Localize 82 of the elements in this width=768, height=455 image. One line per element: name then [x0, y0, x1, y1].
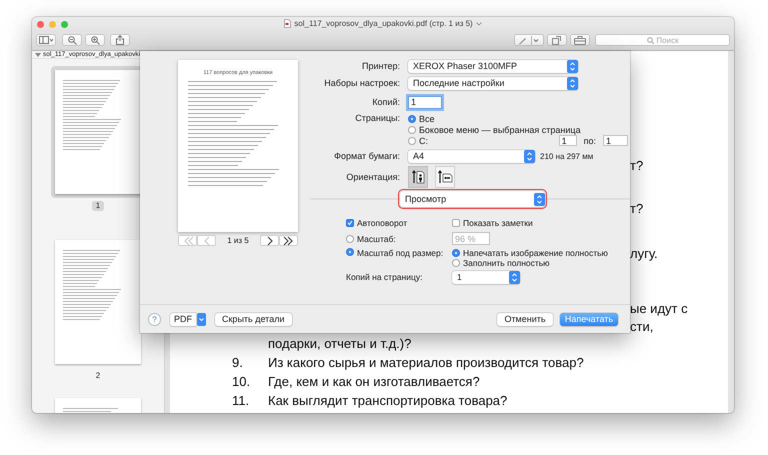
- field-label: Формат бумаги:: [333, 151, 400, 161]
- option-label: Показать заметки: [463, 218, 533, 228]
- field-label: по:: [584, 136, 596, 146]
- hide-details-button[interactable]: Скрыть детали: [215, 312, 292, 326]
- disclosure-triangle-icon[interactable]: [35, 52, 41, 58]
- field-label: Копий:: [371, 97, 400, 107]
- to-page-field[interactable]: 1: [603, 135, 628, 146]
- share-button[interactable]: [110, 34, 130, 46]
- zoom-in-button[interactable]: [85, 34, 105, 46]
- sidebar-toggle-button[interactable]: [36, 34, 56, 46]
- checkbox[interactable]: [452, 219, 460, 227]
- document-text: т?: [630, 200, 644, 218]
- list-number: 11.: [232, 392, 250, 410]
- search-field[interactable]: Поиск: [595, 34, 730, 46]
- radio-button[interactable]: [408, 136, 416, 144]
- option-label: Масштаб под размер:: [357, 248, 444, 258]
- search-icon: [647, 36, 654, 44]
- field-label: Принтер:: [360, 61, 400, 71]
- last-page-button[interactable]: [279, 235, 298, 246]
- checkbox[interactable]: [346, 219, 354, 227]
- window-title: sol_117_voprosov_dlya_upakovki.pdf (стр. 1 из 5): [294, 19, 473, 28]
- toolbox-button[interactable]: [570, 34, 590, 46]
- stepper-icon: [509, 270, 520, 284]
- zoom-button[interactable]: [61, 21, 68, 28]
- page-number: 2: [94, 371, 102, 381]
- list-number: 10.: [232, 373, 252, 391]
- option-label: Заполнить полностью: [463, 258, 550, 268]
- field-label: Копий на страницу:: [346, 272, 422, 282]
- radio-button[interactable]: [408, 126, 416, 134]
- portrait-orientation-button[interactable]: [408, 166, 428, 188]
- markup-button[interactable]: [514, 34, 544, 46]
- stepper-icon: [567, 76, 578, 90]
- radio-button[interactable]: [408, 114, 416, 122]
- paper-size-dropdown[interactable]: A4: [408, 150, 535, 162]
- copies-field[interactable]: 1: [408, 96, 442, 108]
- field-label: Страницы:: [354, 113, 400, 124]
- document-text: т?: [630, 157, 644, 175]
- pdf-button[interactable]: PDF: [170, 312, 196, 326]
- zoom-out-button[interactable]: [62, 34, 82, 46]
- list-number: 9.: [232, 354, 244, 372]
- document-text: Из какого сырья и материалов производится товар?: [268, 354, 584, 372]
- caret-icon[interactable]: [476, 22, 482, 26]
- zoom-in-icon: [90, 36, 100, 44]
- field-label: Ориентация:: [345, 172, 400, 182]
- section-dropdown[interactable]: Просмотр: [400, 191, 545, 207]
- document-text: подарки, отчеты и т.д.)?: [268, 335, 412, 353]
- radio-button[interactable]: [452, 259, 460, 267]
- paper-dimensions: 210 на 297 мм: [540, 152, 594, 160]
- landscape-orientation-button[interactable]: [435, 166, 455, 188]
- copies-per-page-dropdown[interactable]: 1: [452, 270, 520, 284]
- document-text: сти,: [630, 318, 654, 336]
- option-label: Все: [419, 114, 435, 124]
- page-indicator: 1 из 5: [226, 236, 250, 245]
- chevron-icon: [182, 234, 194, 246]
- radio-button[interactable]: [346, 248, 354, 256]
- next-page-button[interactable]: [260, 235, 279, 246]
- from-page-field[interactable]: 1: [558, 135, 577, 146]
- chevron-icon: [282, 234, 294, 246]
- document-text: Как выглядит транспортировка товара?: [268, 392, 508, 410]
- stepper-icon: [567, 60, 578, 72]
- close-button[interactable]: [37, 21, 44, 28]
- dropdown-caret-icon[interactable]: [197, 312, 206, 326]
- help-button[interactable]: ?: [148, 312, 161, 326]
- cancel-button[interactable]: Отменить: [497, 312, 553, 326]
- page-number: 1: [92, 201, 104, 211]
- printer-dropdown[interactable]: XEROX Phaser 3100MFP: [408, 60, 578, 72]
- document-icon: [284, 19, 292, 28]
- stepper-icon: [534, 192, 545, 206]
- option-label: Боковое меню — выбранная страница: [419, 124, 581, 134]
- document-text: Где, кем и как он изготавливается?: [268, 373, 480, 391]
- option-label: Автоповорот: [357, 218, 408, 228]
- option-label: С:: [419, 136, 428, 146]
- zoom-out-icon: [68, 36, 76, 44]
- rotate-button[interactable]: [547, 34, 567, 46]
- option-label: Масштаб:: [357, 234, 396, 244]
- presets-dropdown[interactable]: Последние настройки: [408, 76, 578, 90]
- radio-button[interactable]: [452, 249, 460, 257]
- document-text: ые идут с: [630, 300, 689, 318]
- stepper-icon: [524, 150, 535, 162]
- option-label: Напечатать изображение полностью: [463, 248, 608, 258]
- field-label: Наборы настроек:: [323, 78, 400, 88]
- document-text: лугу.: [630, 245, 659, 263]
